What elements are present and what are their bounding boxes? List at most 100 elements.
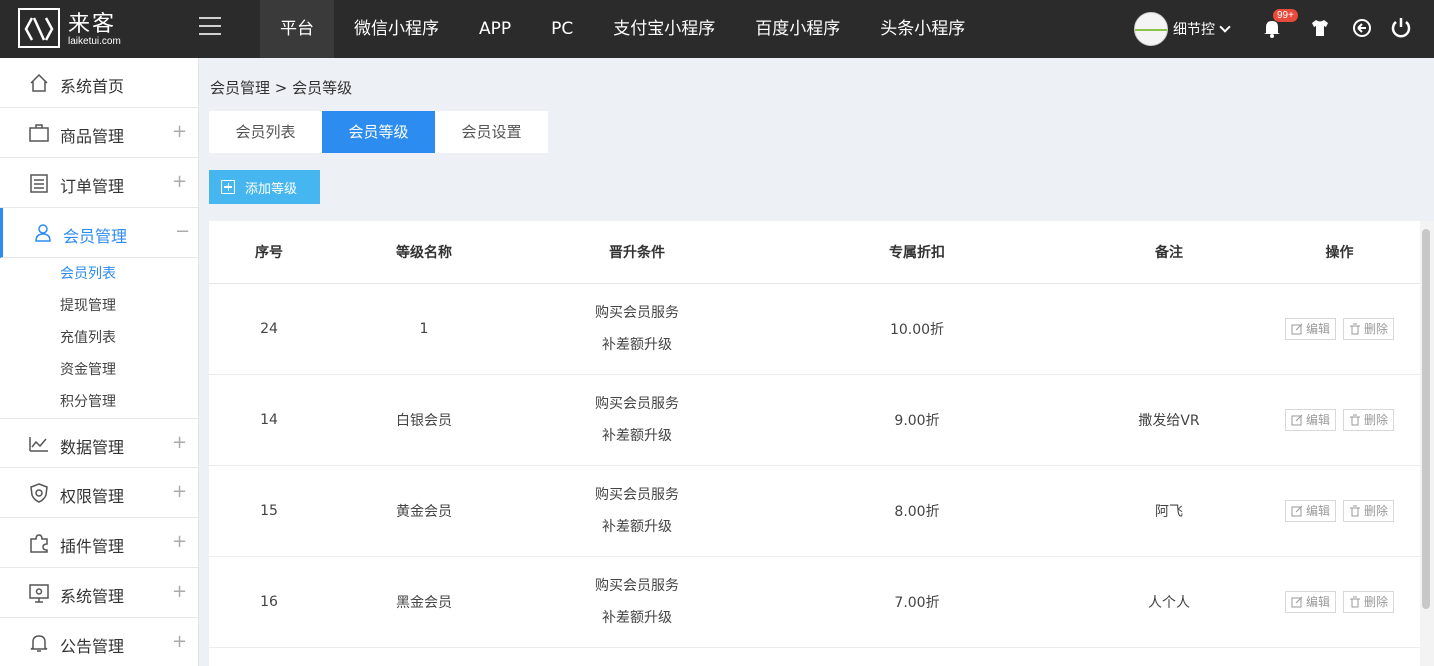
- notification-badge: 99+: [1273, 9, 1298, 22]
- expand-plus-icon: +: [172, 121, 188, 142]
- breadcrumb: 会员管理 > 会员等级: [210, 79, 353, 97]
- add-level-button[interactable]: 添加等级: [209, 170, 320, 204]
- nav-alipay-miniprogram[interactable]: 支付宝小程序: [593, 0, 735, 58]
- sidebar: 系统首页 商品管理 + 订单管理 + 会员管理 − 会员列表 提现管理 充值列表…: [0, 58, 199, 666]
- cell-discount: 10.00折: [755, 283, 1079, 375]
- tabs: 会员列表 会员等级 会员设置: [209, 111, 548, 153]
- submenu-member-list[interactable]: 会员列表: [0, 258, 198, 290]
- sidebar-item-home[interactable]: 系统首页: [0, 58, 198, 108]
- cell-actions: 编辑 删除: [1259, 556, 1420, 648]
- scrollbar[interactable]: [1420, 221, 1434, 666]
- power-icon[interactable]: [1390, 16, 1412, 38]
- add-level-label: 添加等级: [245, 181, 298, 197]
- edit-button[interactable]: 编辑: [1284, 499, 1336, 522]
- cell-note: [1079, 283, 1259, 375]
- expand-plus-icon: +: [172, 171, 188, 192]
- sidebar-item-system[interactable]: 系统管理 +: [0, 568, 198, 618]
- sidebar-item-orders[interactable]: 订单管理 +: [0, 158, 198, 208]
- nav-app[interactable]: APP: [459, 0, 531, 58]
- table-row: 14 白银会员 购买会员服务 补差额升级 9.00折 撒发给VR 编辑 删除: [209, 374, 1420, 466]
- table-row: 16 黑金会员 购买会员服务 补差额升级 7.00折 人个人 编辑 删除: [209, 556, 1420, 648]
- cell-level-name: 黑金会员: [329, 556, 519, 648]
- avatar: [1134, 12, 1168, 46]
- trash-icon: [1350, 505, 1360, 516]
- tab-member-levels[interactable]: 会员等级: [322, 111, 435, 153]
- cell-condition: 购买会员服务 补差额升级: [519, 465, 755, 557]
- expand-plus-icon: +: [172, 581, 188, 602]
- nav-pc[interactable]: PC: [531, 0, 593, 58]
- cell-condition: 购买会员服务 补差额升级: [519, 374, 755, 466]
- cell-level-name: 黄金会员: [329, 465, 519, 557]
- nav-toutiao-miniprogram[interactable]: 头条小程序: [860, 0, 985, 58]
- sidebar-item-label: 权限管理: [60, 487, 125, 506]
- expand-plus-icon: +: [172, 631, 188, 652]
- theme-shirt-icon[interactable]: [1310, 18, 1330, 38]
- logo[interactable]: 来客 laiketui.com: [18, 8, 168, 50]
- collapse-minus-icon: −: [175, 221, 191, 242]
- bag-icon: [29, 124, 49, 142]
- scrollbar-thumb[interactable]: [1422, 229, 1430, 609]
- puzzle-icon: [30, 534, 48, 553]
- back-icon[interactable]: [1352, 17, 1372, 39]
- sidebar-item-plugins[interactable]: 插件管理 +: [0, 518, 198, 568]
- sidebar-item-label: 插件管理: [60, 537, 125, 556]
- header-actions: 操作: [1259, 221, 1420, 284]
- table-header-row: 序号 等级名称 晋升条件 专属折扣 备注 操作: [209, 221, 1420, 284]
- header-level-name: 等级名称: [329, 221, 519, 284]
- edit-button[interactable]: 编辑: [1284, 590, 1336, 613]
- user-menu[interactable]: 细节控: [1134, 12, 1231, 46]
- cell-level-name: 1: [329, 283, 519, 375]
- chevron-down-icon: [1219, 21, 1231, 33]
- expand-plus-icon: +: [172, 432, 188, 453]
- menu-toggle-icon[interactable]: [199, 17, 221, 39]
- cell-discount: 7.00折: [755, 556, 1079, 648]
- sidebar-item-label: 订单管理: [60, 177, 125, 196]
- expand-plus-icon: +: [172, 481, 188, 502]
- table-row: 24 1 购买会员服务 补差额升级 10.00折 编辑 删除: [209, 283, 1420, 375]
- delete-button[interactable]: 删除: [1343, 408, 1395, 431]
- nav-wechat-miniprogram[interactable]: 微信小程序: [334, 0, 459, 58]
- submenu-funds[interactable]: 资金管理: [0, 354, 198, 386]
- sidebar-item-label: 商品管理: [60, 127, 125, 146]
- cell-note: 人个人: [1079, 556, 1259, 648]
- sidebar-item-label: 会员管理: [63, 227, 128, 246]
- edit-button[interactable]: 编辑: [1284, 317, 1336, 340]
- logo-mark: [18, 8, 60, 48]
- edit-icon: [1291, 414, 1303, 425]
- nav-baidu-miniprogram[interactable]: 百度小程序: [735, 0, 860, 58]
- tab-member-settings[interactable]: 会员设置: [435, 111, 548, 153]
- sidebar-item-label: 系统管理: [60, 587, 125, 606]
- edit-button[interactable]: 编辑: [1284, 408, 1336, 431]
- header-index: 序号: [209, 221, 329, 284]
- levels-table: 序号 等级名称 晋升条件 专属折扣 备注 操作 24 1 购买会员服务 补差额升级…: [209, 221, 1420, 666]
- trash-icon: [1350, 596, 1360, 607]
- shield-icon: [30, 483, 48, 503]
- submenu-points[interactable]: 积分管理: [0, 386, 198, 418]
- cell-note: 阿飞: [1079, 465, 1259, 557]
- cell-note: 撒发给VR: [1079, 374, 1259, 466]
- delete-button[interactable]: 删除: [1343, 317, 1395, 340]
- delete-button[interactable]: 删除: [1343, 590, 1395, 613]
- tab-member-list[interactable]: 会员列表: [209, 111, 322, 153]
- cell-condition: 购买会员服务 补差额升级: [519, 556, 755, 648]
- logo-subtitle: laiketui.com: [68, 36, 121, 47]
- plus-square-icon: [221, 180, 235, 194]
- platform-nav: 平台 微信小程序 APP PC 支付宝小程序 百度小程序 头条小程序: [260, 0, 985, 58]
- cell-actions: 编辑 删除: [1259, 374, 1420, 466]
- delete-button[interactable]: 删除: [1343, 499, 1395, 522]
- sidebar-item-label: 数据管理: [60, 438, 125, 457]
- sidebar-item-members[interactable]: 会员管理 −: [0, 208, 198, 258]
- order-icon: [30, 174, 48, 193]
- sidebar-item-permissions[interactable]: 权限管理 +: [0, 468, 198, 518]
- header-note: 备注: [1079, 221, 1259, 284]
- header-discount: 专属折扣: [755, 221, 1079, 284]
- nav-platform[interactable]: 平台: [260, 0, 334, 58]
- logo-title: 来客: [68, 12, 117, 37]
- sidebar-item-products[interactable]: 商品管理 +: [0, 108, 198, 158]
- submenu-recharge[interactable]: 充值列表: [0, 322, 198, 354]
- sidebar-item-data[interactable]: 数据管理 +: [0, 418, 198, 468]
- sidebar-item-announcements[interactable]: 公告管理 +: [0, 618, 198, 666]
- submenu-withdraw[interactable]: 提现管理: [0, 290, 198, 322]
- header-condition: 晋升条件: [519, 221, 755, 284]
- monitor-icon: [29, 584, 49, 603]
